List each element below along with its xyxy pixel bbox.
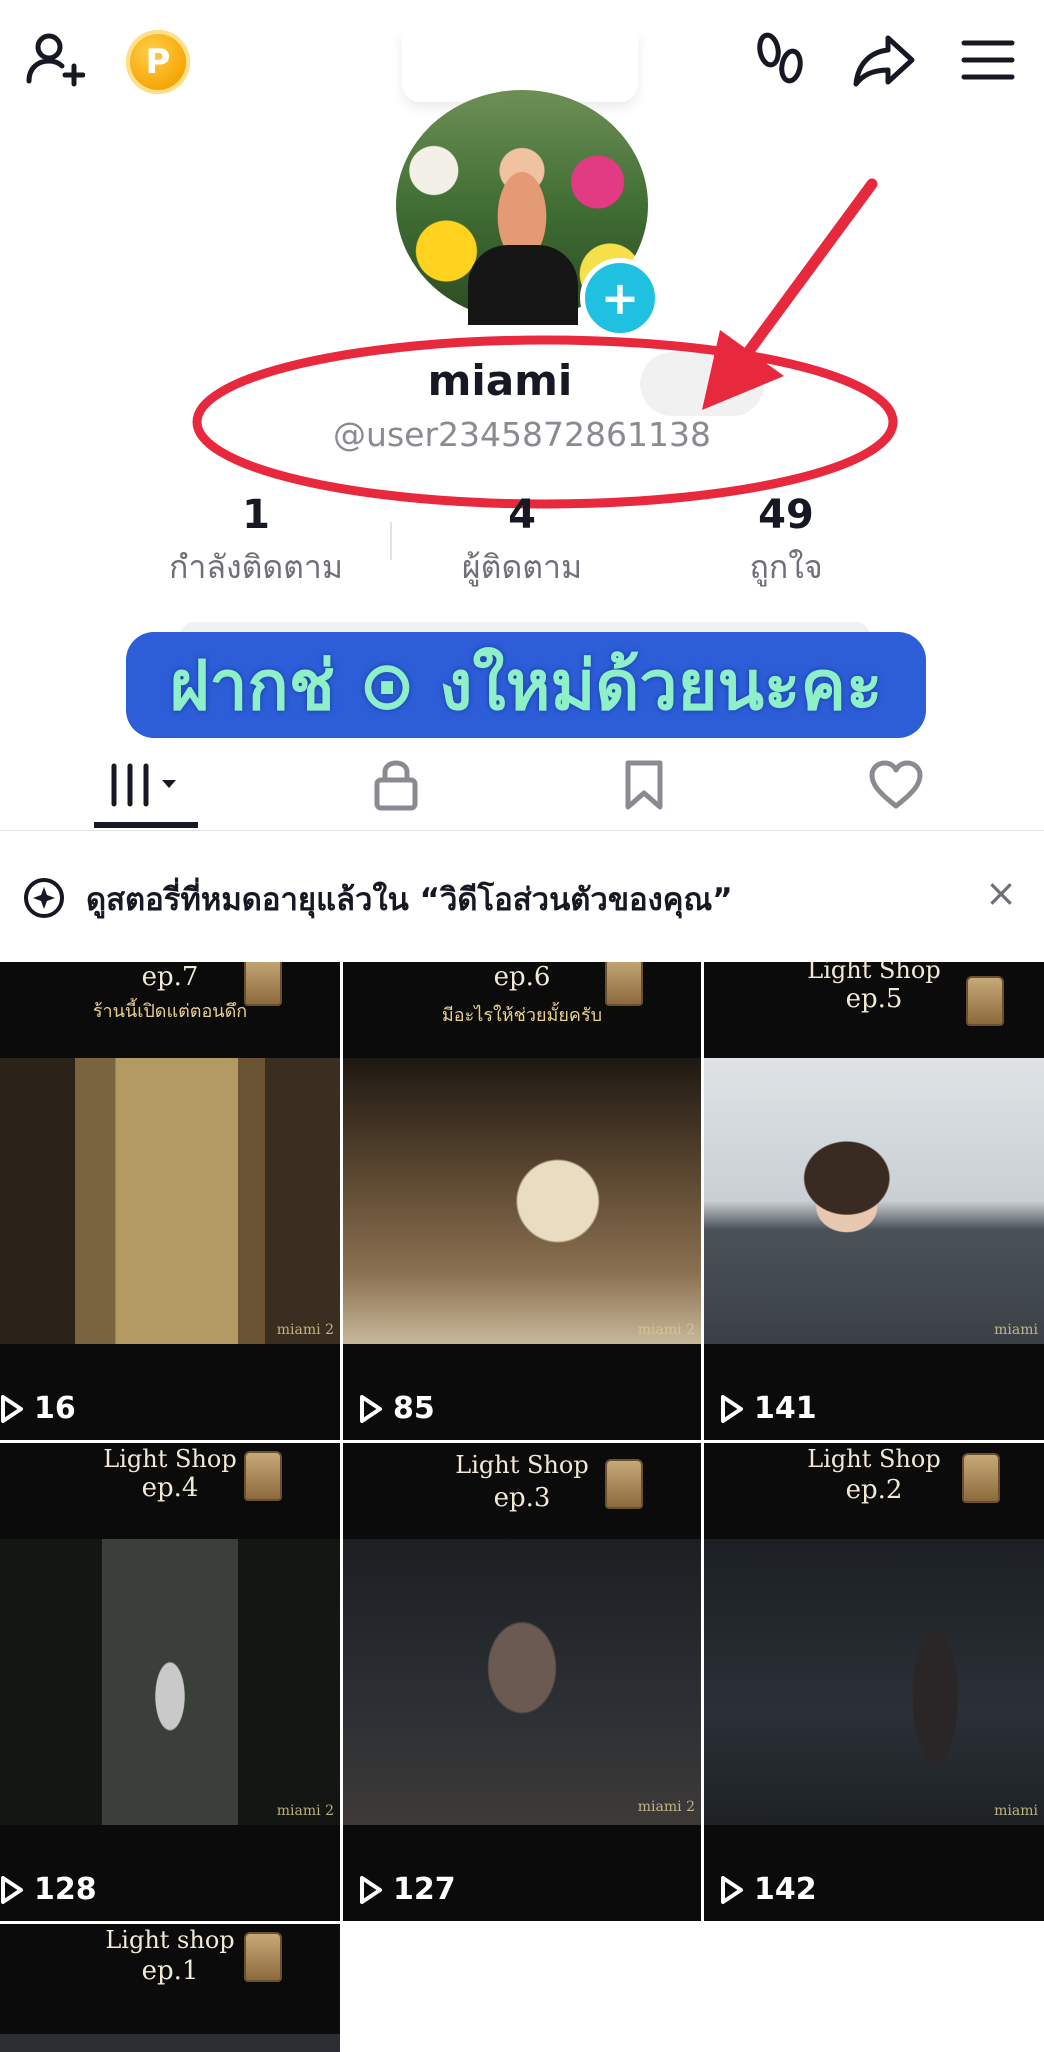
avatar-detail xyxy=(468,245,578,325)
video-tile[interactable]: Light Shop ep.2 miami 142 xyxy=(704,1443,1044,1921)
video-thumbnail xyxy=(0,1539,340,1825)
lantern-icon xyxy=(244,962,282,1006)
lantern-icon xyxy=(962,1453,1000,1503)
video-thumbnail xyxy=(343,1058,701,1344)
followers-label: ผู้ติดตาม xyxy=(461,548,583,586)
play-icon xyxy=(360,1875,382,1904)
video-tile[interactable]: Light shop ep.1 xyxy=(0,1924,340,2052)
followers-count: 4 xyxy=(508,492,536,538)
tab-private[interactable] xyxy=(316,740,476,830)
bookmark-icon xyxy=(625,760,663,810)
tile-subtitle: ร้านนี้เปิดแต่ตอนดึก xyxy=(92,1001,248,1022)
play-icon xyxy=(1,1875,23,1904)
add-friend-button[interactable] xyxy=(18,24,90,96)
tile-episode: ep.4 xyxy=(141,1473,199,1503)
lock-icon xyxy=(374,760,418,811)
red-arrow-annotation xyxy=(702,178,878,410)
video-thumbnail xyxy=(0,2034,340,2052)
tile-episode: ep.7 xyxy=(141,962,199,992)
active-tab-indicator xyxy=(94,822,198,828)
tile-title: Light shop xyxy=(105,1926,235,1954)
view-count-value: 127 xyxy=(393,1872,456,1907)
video-thumbnail xyxy=(0,1058,340,1344)
tile-subtitle: มีอะไรให้ช่วยมั้ยครับ xyxy=(441,1005,603,1026)
tile-episode: ep.3 xyxy=(493,1483,551,1513)
tile-watermark: miami 2 xyxy=(276,1322,334,1338)
lantern-icon xyxy=(244,1932,282,1982)
lantern-icon xyxy=(605,962,643,1006)
stat-likes[interactable]: 49 ถูกใจ xyxy=(636,492,936,593)
footprints-icon xyxy=(757,32,803,84)
stat-followers[interactable]: 4 ผู้ติดตาม xyxy=(372,492,672,593)
play-icon xyxy=(721,1875,743,1904)
add-story-button[interactable]: + xyxy=(580,258,660,338)
play-icon xyxy=(1,1394,23,1423)
video-thumbnail xyxy=(343,1539,701,1825)
footprints-button[interactable] xyxy=(748,26,812,94)
tile-episode: ep.6 xyxy=(493,962,551,992)
tab-saved[interactable] xyxy=(564,740,724,830)
tile-episode: ep.1 xyxy=(141,1956,199,1986)
video-thumbnail xyxy=(704,1539,1044,1825)
view-count: 128 xyxy=(0,1872,97,1907)
sparkle-add-icon xyxy=(24,878,64,918)
menu-button[interactable] xyxy=(956,30,1020,90)
grid-icon xyxy=(111,763,176,807)
tab-liked[interactable] xyxy=(816,740,976,830)
likes-label: ถูกใจ xyxy=(749,548,823,586)
tile-watermark: miami 2 xyxy=(637,1799,695,1815)
view-count-value: 142 xyxy=(754,1872,817,1907)
banner-text: ดูสตอรี่ที่หมดอายุแล้วใน “วิดีโอส่วนตัวข… xyxy=(86,882,733,918)
view-count: 141 xyxy=(720,1391,817,1426)
tab-videos[interactable] xyxy=(66,740,226,830)
view-count-value: 128 xyxy=(34,1872,97,1907)
video-tile[interactable]: Light Shop ep.5 miami 141 xyxy=(704,962,1044,1440)
tile-title: Light Shop xyxy=(103,1445,237,1473)
play-icon xyxy=(360,1394,382,1423)
stat-following[interactable]: 1 กำลังติดตาม xyxy=(106,492,406,593)
view-count: 142 xyxy=(720,1872,817,1907)
tile-title: Light Shop xyxy=(455,1451,589,1479)
following-label: กำลังติดตาม xyxy=(169,548,343,586)
overlay-caption: ฝากช่ ⊙ งใหม่ด้วยนะคะ xyxy=(126,632,926,738)
video-tile[interactable]: ep.7 ร้านนี้เปิดแต่ตอนดึก miami 2 16 xyxy=(0,962,340,1440)
view-count: 85 xyxy=(359,1391,435,1426)
hamburger-menu-icon xyxy=(961,40,1015,80)
play-icon xyxy=(721,1394,743,1423)
video-tile[interactable]: Light Shop ep.4 miami 2 128 xyxy=(0,1443,340,1921)
video-tile[interactable]: Light Shop ep.3 miami 2 127 xyxy=(343,1443,701,1921)
view-count-value: 16 xyxy=(34,1391,76,1426)
video-tile[interactable]: ep.6 มีอะไรให้ช่วยมั้ยครับ miami 2 85 xyxy=(343,962,701,1440)
view-count-value: 85 xyxy=(393,1391,435,1426)
banner-close-button[interactable]: × xyxy=(976,868,1026,918)
share-profile-button[interactable] xyxy=(848,26,920,94)
view-count-value: 141 xyxy=(754,1391,817,1426)
video-thumbnail xyxy=(704,1058,1044,1344)
tile-watermark: miami xyxy=(994,1803,1038,1819)
likes-count: 49 xyxy=(758,492,814,538)
following-count: 1 xyxy=(242,492,270,538)
lantern-icon xyxy=(605,1459,643,1509)
tile-watermark: miami 2 xyxy=(276,1803,334,1819)
view-count: 16 xyxy=(0,1391,76,1426)
heart-icon xyxy=(869,760,923,809)
lantern-icon xyxy=(966,976,1004,1026)
person-plus-icon xyxy=(26,33,85,87)
profile-tabs xyxy=(0,740,1044,831)
tile-watermark: miami 2 xyxy=(637,1322,695,1338)
tile-watermark: miami xyxy=(994,1322,1038,1338)
share-arrow-icon xyxy=(853,35,915,87)
view-count: 127 xyxy=(359,1872,456,1907)
lantern-icon xyxy=(244,1451,282,1501)
coin-badge[interactable]: P xyxy=(126,30,190,94)
